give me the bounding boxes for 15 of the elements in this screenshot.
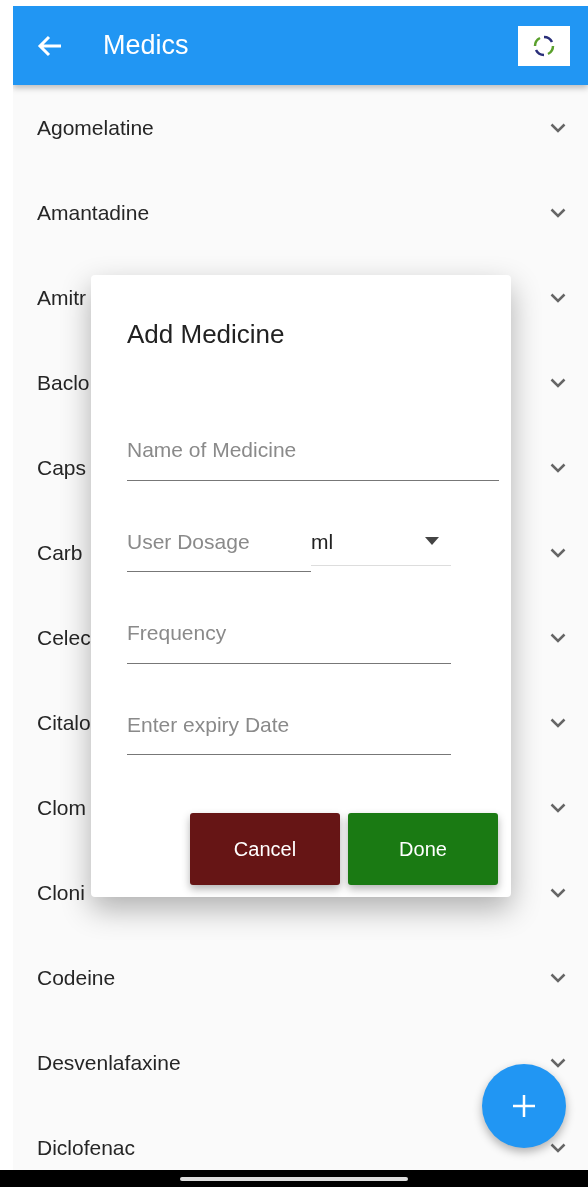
medicine-name: Amantadine [37,199,150,226]
medicine-name: Amitr [37,284,86,311]
medicine-name: Carb [37,539,83,566]
medicine-name: Desvenlafaxine [37,1049,181,1076]
dialog-title: Add Medicine [127,318,286,351]
medicine-name: Codeine [37,964,116,991]
app-title: Medics [103,29,189,63]
medicine-name: Agomelatine [37,114,154,141]
medicine-name: Citalo [37,709,91,736]
medicine-name: Cloni [37,879,85,906]
medicine-name: Caps [37,454,87,481]
medicine-name: Clom [37,794,86,821]
medicine-name: Baclo [37,369,90,396]
medicine-name: Celec [37,624,91,651]
medicine-name: Diclofenac [37,1134,136,1161]
